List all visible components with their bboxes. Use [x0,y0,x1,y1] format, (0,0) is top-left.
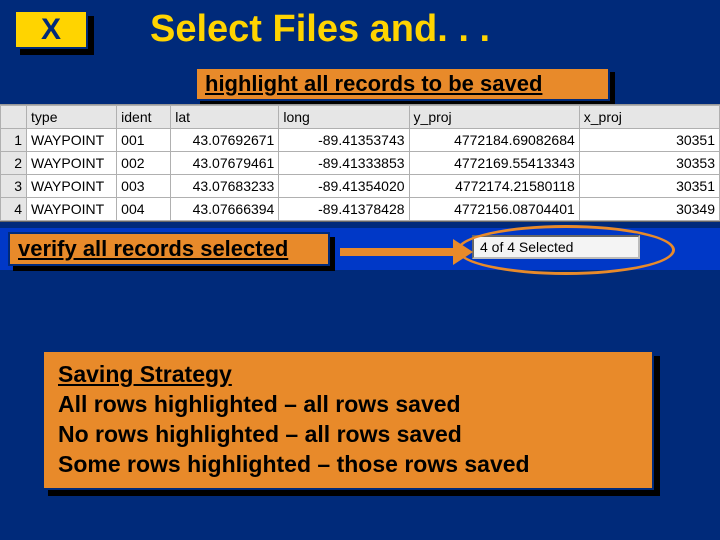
data-table: type ident lat long y_proj x_proj 1 WAYP… [0,104,720,222]
cell-ident: 003 [117,175,171,198]
cell-lat: 43.07692671 [171,129,279,152]
cell-lat: 43.07666394 [171,198,279,221]
row-num: 4 [1,198,27,221]
cell-yproj: 4772169.55413343 [409,152,579,175]
selection-status-text: 4 of 4 Selected [480,239,573,255]
cell-long: -89.41333853 [279,152,409,175]
col-corner [1,106,27,129]
cell-ident: 001 [117,129,171,152]
col-type: type [27,106,117,129]
strategy-line2: No rows highlighted – all rows saved [58,420,638,450]
cell-ident: 002 [117,152,171,175]
cell-xproj: 30351 [579,175,719,198]
cell-long: -89.41354020 [279,175,409,198]
strategy-header: Saving Strategy [58,360,638,390]
callout-verify: verify all records selected [8,232,330,266]
cell-yproj: 4772184.69082684 [409,129,579,152]
col-ident: ident [117,106,171,129]
table-row[interactable]: 3 WAYPOINT 003 43.07683233 -89.41354020 … [1,175,720,198]
cell-type: WAYPOINT [27,152,117,175]
slide-title: Select Files and. . . [150,8,490,51]
cell-lat: 43.07683233 [171,175,279,198]
cell-xproj: 30351 [579,129,719,152]
cell-xproj: 30349 [579,198,719,221]
strategy-line1: All rows highlighted – all rows saved [58,390,638,420]
col-xproj: x_proj [579,106,719,129]
cell-ident: 004 [117,198,171,221]
cell-long: -89.41353743 [279,129,409,152]
cell-lat: 43.07679461 [171,152,279,175]
table-header-row: type ident lat long y_proj x_proj [1,106,720,129]
row-num: 2 [1,152,27,175]
callout-highlight: highlight all records to be saved [195,67,610,101]
row-num: 3 [1,175,27,198]
row-num: 1 [1,129,27,152]
table-row[interactable]: 4 WAYPOINT 004 43.07666394 -89.41378428 … [1,198,720,221]
table-row[interactable]: 2 WAYPOINT 002 43.07679461 -89.41333853 … [1,152,720,175]
cell-long: -89.41378428 [279,198,409,221]
strategy-line3: Some rows highlighted – those rows saved [58,450,638,480]
selection-status: 4 of 4 Selected [472,235,640,259]
cell-type: WAYPOINT [27,129,117,152]
col-yproj: y_proj [409,106,579,129]
arrow-icon [340,248,455,256]
cell-type: WAYPOINT [27,175,117,198]
cell-yproj: 4772174.21580118 [409,175,579,198]
bullet-text: X [14,10,88,49]
strategy-box: Saving Strategy All rows highlighted – a… [42,350,654,490]
callout-verify-text: verify all records selected [8,232,330,266]
callout-highlight-text: highlight all records to be saved [195,67,610,101]
cell-yproj: 4772156.08704401 [409,198,579,221]
cell-xproj: 30353 [579,152,719,175]
bullet-icon: X [14,10,94,55]
cell-type: WAYPOINT [27,198,117,221]
col-lat: lat [171,106,279,129]
table-row[interactable]: 1 WAYPOINT 001 43.07692671 -89.41353743 … [1,129,720,152]
col-long: long [279,106,409,129]
